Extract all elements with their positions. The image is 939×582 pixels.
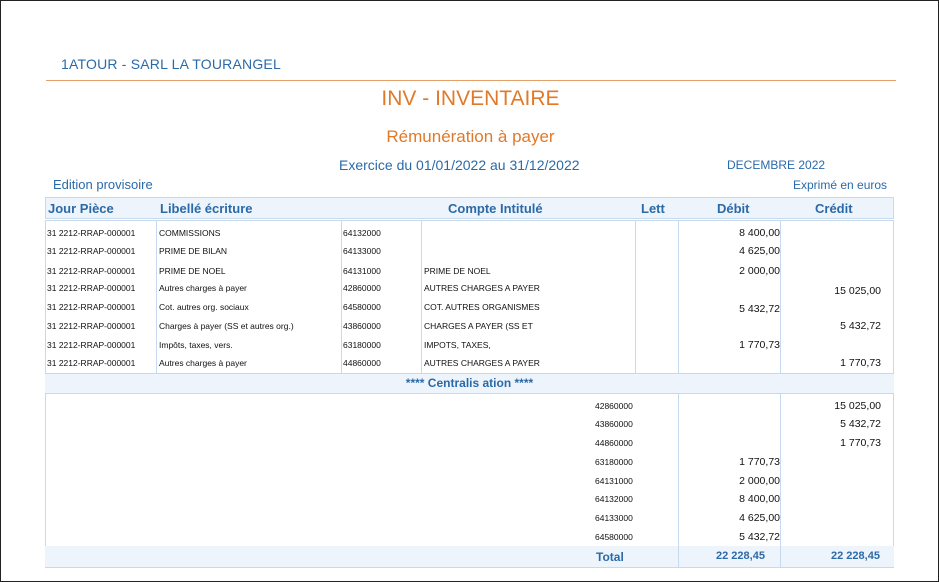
centr-debit: 1 770,73 <box>739 456 780 468</box>
table-row: 31 2212-RRAP-000001 PRIME DE BILAN 64133… <box>45 242 894 261</box>
row-libelle: Charges à payer (SS et autres org.) <box>159 321 294 331</box>
row-piece: 31 2212-RRAP-000001 <box>47 228 136 238</box>
fiscal-period: Exercice du 01/01/2022 au 31/12/2022 <box>339 157 580 173</box>
row-intitule: IMPOTS, TAXES, <box>424 340 491 350</box>
row-piece: 31 2212-RRAP-000001 <box>47 266 136 276</box>
row-compte: 43860000 <box>343 321 381 331</box>
header-libelle: Libellé écriture <box>160 201 253 216</box>
row-compte: 63180000 <box>343 340 381 350</box>
row-intitule: COT. AUTRES ORGANISMES <box>424 302 540 312</box>
row-intitule: AUTRES CHARGES A PAYER <box>424 283 540 293</box>
centralisation-row: 42860000 15 025,00 <box>45 397 894 416</box>
table-row: 31 2212-RRAP-000001 COMMISSIONS 64132000… <box>45 224 894 243</box>
row-intitule: CHARGES A PAYER (SS ET <box>424 321 533 331</box>
header-credit: Crédit <box>815 201 853 216</box>
row-libelle: Autres charges à payer <box>159 358 247 368</box>
centr-compte: 64133000 <box>595 513 633 523</box>
centr-compte: 63180000 <box>595 457 633 467</box>
row-libelle: Impôts, taxes, vers. <box>159 340 233 350</box>
header-divider <box>46 80 896 81</box>
col-divider <box>780 546 781 567</box>
centralisation-header: **** Centralis ation **** <box>45 374 894 393</box>
journal-subtitle: Rémunération à payer <box>386 127 555 146</box>
header-jour-piece: Jour Pièce <box>48 201 114 216</box>
row-debit: 5 432,72 <box>739 303 780 315</box>
row-debit: 4 625,00 <box>739 245 780 257</box>
row-intitule: AUTRES CHARGES A PAYER <box>424 358 540 368</box>
centr-compte: 44860000 <box>595 438 633 448</box>
row-debit: 2 000,00 <box>739 265 780 277</box>
period-month: DECEMBRE 2022 <box>727 158 826 172</box>
centr-compte: 64132000 <box>595 494 633 504</box>
header-lett: Lett <box>641 201 665 216</box>
row-compte: 64131000 <box>343 266 381 276</box>
row-piece: 31 2212-RRAP-000001 <box>47 358 136 368</box>
centr-debit: 2 000,00 <box>739 475 780 487</box>
row-piece: 31 2212-RRAP-000001 <box>47 283 136 293</box>
row-piece: 31 2212-RRAP-000001 <box>47 246 136 256</box>
row-credit: 1 770,73 <box>840 357 881 369</box>
table-row: 31 2212-RRAP-000001 Autres charges à pay… <box>45 279 894 298</box>
col-divider <box>678 546 679 567</box>
company-name: 1ATOUR - SARL LA TOURANGEL <box>61 56 281 72</box>
row-piece: 31 2212-RRAP-000001 <box>47 302 136 312</box>
centr-credit: 5 432,72 <box>840 418 881 430</box>
row-piece: 31 2212-RRAP-000001 <box>47 340 136 350</box>
row-compte: 64132000 <box>343 228 381 238</box>
centralisation-row: 64133000 4 625,00 <box>45 509 894 528</box>
row-intitule: PRIME DE NOEL <box>424 266 491 276</box>
centr-credit: 1 770,73 <box>840 437 881 449</box>
centr-compte: 64131000 <box>595 476 633 486</box>
table-row: 31 2212-RRAP-000001 Autres charges à pay… <box>45 354 894 373</box>
total-row: Total 22 228,45 22 228,45 <box>45 546 894 567</box>
currency-note: Exprimé en euros <box>793 178 888 192</box>
header-debit: Débit <box>717 201 750 216</box>
row-libelle: Autres charges à payer <box>159 283 247 293</box>
row-debit: 1 770,73 <box>739 339 780 351</box>
table-row: 31 2212-RRAP-000001 Charges à payer (SS … <box>45 317 894 336</box>
row-divider <box>45 393 894 394</box>
centr-credit: 15 025,00 <box>834 400 881 412</box>
header-compte-intitule: Compte Intitulé <box>448 201 543 216</box>
centralisation-row: 64131000 2 000,00 <box>45 472 894 491</box>
row-libelle: COMMISSIONS <box>159 228 221 238</box>
centr-debit: 8 400,00 <box>739 493 780 505</box>
centr-debit: 5 432,72 <box>739 531 780 543</box>
row-credit: 15 025,00 <box>834 285 881 297</box>
table-header: Jour Pièce Libellé écriture Compte Intit… <box>45 197 894 219</box>
centr-compte: 43860000 <box>595 419 633 429</box>
row-compte: 42860000 <box>343 283 381 293</box>
table-row: 31 2212-RRAP-000001 Cot. autres org. soc… <box>45 298 894 317</box>
total-credit: 22 228,45 <box>831 550 880 562</box>
row-libelle: PRIME DE NOEL <box>159 266 226 276</box>
row-credit: 5 432,72 <box>840 320 881 332</box>
row-libelle: PRIME DE BILAN <box>159 246 228 256</box>
centralisation-row: 43860000 5 432,72 <box>45 415 894 434</box>
centr-compte: 64580000 <box>595 532 633 542</box>
total-debit: 22 228,45 <box>716 550 765 562</box>
centralisation-row: 64580000 5 432,72 <box>45 528 894 547</box>
centr-compte: 42860000 <box>595 401 633 411</box>
table-row: 31 2212-RRAP-000001 Impôts, taxes, vers.… <box>45 336 894 355</box>
centralisation-row: 64132000 8 400,00 <box>45 490 894 509</box>
row-compte: 64580000 <box>343 302 381 312</box>
total-label: Total <box>596 550 624 564</box>
row-piece: 31 2212-RRAP-000001 <box>47 321 136 331</box>
row-libelle: Cot. autres org. sociaux <box>159 302 249 312</box>
centralisation-row: 63180000 1 770,73 <box>45 453 894 472</box>
row-compte: 44860000 <box>343 358 381 368</box>
row-compte: 64133000 <box>343 246 381 256</box>
journal-title: INV - INVENTAIRE <box>381 87 560 110</box>
row-debit: 8 400,00 <box>739 227 780 239</box>
centralisation-row: 44860000 1 770,73 <box>45 434 894 453</box>
edition-status: Edition provisoire <box>53 177 153 192</box>
centr-debit: 4 625,00 <box>739 512 780 524</box>
